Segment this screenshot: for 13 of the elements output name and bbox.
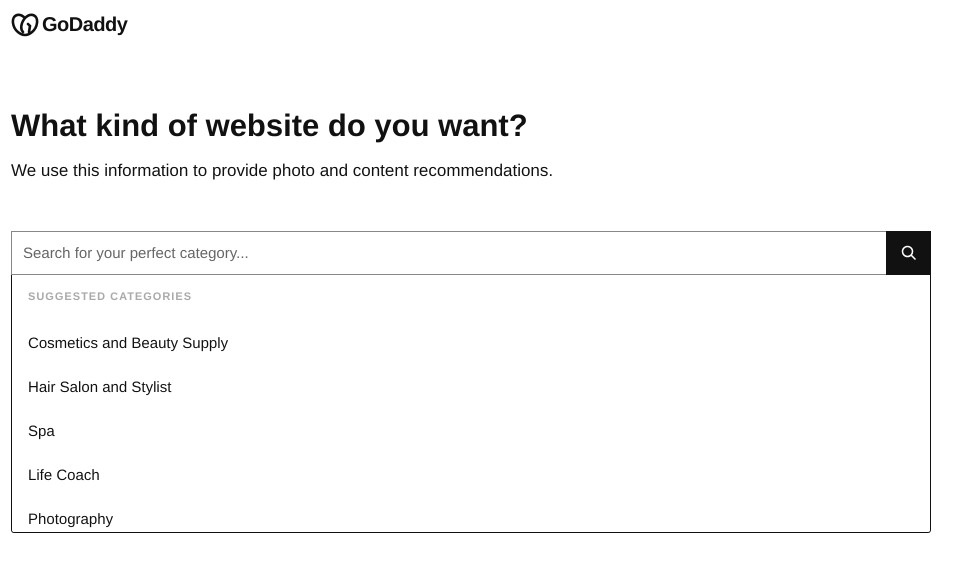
category-option[interactable]: Life Coach (28, 453, 914, 497)
page-title: What kind of website do you want? (11, 108, 529, 144)
page-subtitle: We use this information to provide photo and content recommendations. (11, 161, 554, 181)
search-field[interactable]: Search for your perfect category... (11, 231, 886, 275)
category-option[interactable]: Photography (28, 497, 914, 541)
category-option[interactable]: Hair Salon and Stylist (28, 365, 914, 409)
logo-icon (11, 13, 39, 37)
category-option[interactable]: Cosmetics and Beauty Supply (28, 321, 914, 365)
suggestions-heading: SUGGESTED CATEGORIES (28, 291, 194, 303)
search-icon (900, 245, 916, 261)
brand-name: GoDaddy (42, 14, 128, 36)
search-button[interactable] (886, 231, 931, 275)
category-option[interactable]: Spa (28, 409, 914, 453)
